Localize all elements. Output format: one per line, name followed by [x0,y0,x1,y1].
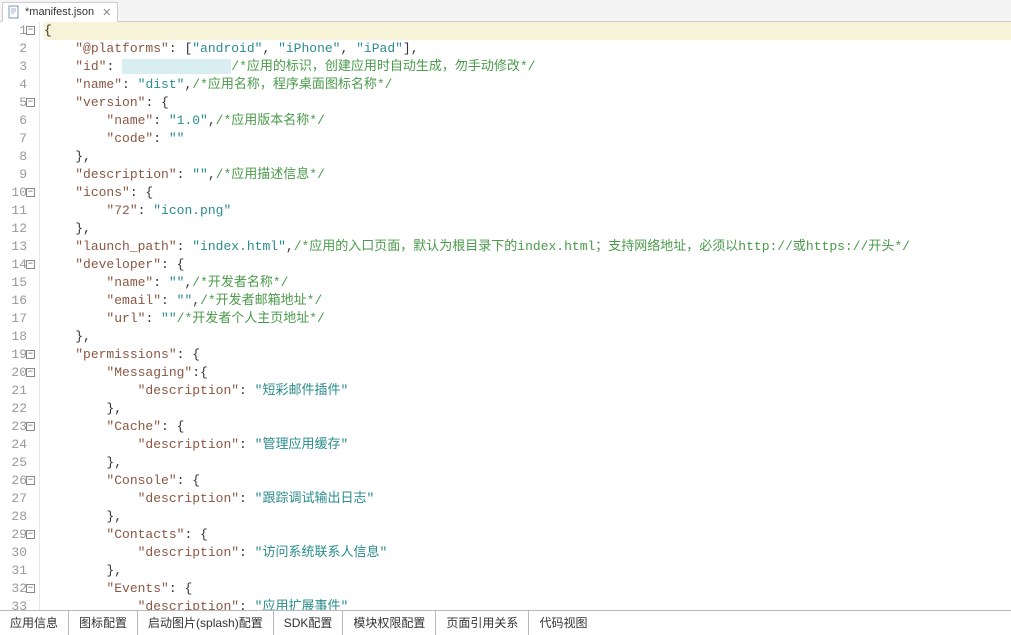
code-line[interactable]: "email": "",/*开发者邮箱地址*/ [44,292,1011,310]
code-line[interactable]: { [44,22,1011,40]
fold-toggle-icon[interactable]: − [26,530,35,539]
bottom-tab-4[interactable]: 模块权限配置 [343,610,436,635]
line-number: 3 [0,58,35,76]
fold-toggle-icon[interactable]: − [26,98,35,107]
code-line[interactable]: "developer": { [44,256,1011,274]
json-file-icon [7,5,21,19]
line-number: 9 [0,166,35,184]
line-number: 13 [0,238,35,256]
code-line[interactable]: }, [44,508,1011,526]
code-line[interactable]: "url": ""/*开发者个人主页地址*/ [44,310,1011,328]
code-line[interactable]: "id": " redacted "/*应用的标识，创建应用时自动生成，勿手动修… [44,58,1011,76]
code-line[interactable]: "Events": { [44,580,1011,598]
fold-toggle-icon[interactable]: − [26,584,35,593]
line-number: 20− [0,364,35,382]
bottom-tab-3[interactable]: SDK配置 [274,610,344,635]
line-number: 22 [0,400,35,418]
line-number: 29− [0,526,35,544]
code-line[interactable]: "Messaging":{ [44,364,1011,382]
line-number: 11 [0,202,35,220]
bottom-tab-0[interactable]: 应用信息 [0,610,69,635]
code-line[interactable]: }, [44,220,1011,238]
editor-tab-label: *manifest.json [25,6,94,18]
code-line[interactable]: }, [44,562,1011,580]
line-number: 19− [0,346,35,364]
line-number: 5− [0,94,35,112]
code-line[interactable]: }, [44,400,1011,418]
line-number: 23− [0,418,35,436]
line-number: 25 [0,454,35,472]
line-number: 17 [0,310,35,328]
line-number: 33 [0,598,35,610]
code-line[interactable]: "Contacts": { [44,526,1011,544]
line-number: 15 [0,274,35,292]
code-line[interactable]: "name": "dist",/*应用名称，程序桌面图标名称*/ [44,76,1011,94]
line-number: 1− [0,22,35,40]
fold-toggle-icon[interactable]: − [26,260,35,269]
line-number: 4 [0,76,35,94]
code-line[interactable]: "launch_path": "index.html",/*应用的入口页面，默认… [44,238,1011,256]
code-line[interactable]: "@platforms": ["android", "iPhone", "iPa… [44,40,1011,58]
code-line[interactable]: "version": { [44,94,1011,112]
code-area[interactable]: { "@platforms": ["android", "iPhone", "i… [40,22,1011,610]
bottom-tab-bar: 应用信息图标配置启动图片(splash)配置SDK配置模块权限配置页面引用关系代… [0,610,1011,634]
bottom-tab-2[interactable]: 启动图片(splash)配置 [138,610,274,635]
code-line[interactable]: "description": "管理应用缓存" [44,436,1011,454]
code-line[interactable]: "description": "访问系统联系人信息" [44,544,1011,562]
code-line[interactable]: }, [44,454,1011,472]
code-line[interactable]: "72": "icon.png" [44,202,1011,220]
fold-toggle-icon[interactable]: − [26,368,35,377]
fold-toggle-icon[interactable]: − [26,188,35,197]
code-line[interactable]: "description": "应用扩展事件" [44,598,1011,610]
fold-toggle-icon[interactable]: − [26,422,35,431]
bottom-tab-5[interactable]: 页面引用关系 [436,610,529,635]
line-number: 30 [0,544,35,562]
bottom-tab-1[interactable]: 图标配置 [69,610,138,635]
line-number: 14− [0,256,35,274]
fold-toggle-icon[interactable]: − [26,350,35,359]
code-line[interactable]: "permissions": { [44,346,1011,364]
line-number: 26− [0,472,35,490]
line-number: 7 [0,130,35,148]
line-number: 31 [0,562,35,580]
line-number: 6 [0,112,35,130]
line-number: 16 [0,292,35,310]
fold-toggle-icon[interactable]: − [26,476,35,485]
fold-toggle-icon[interactable]: − [26,26,35,35]
code-line[interactable]: }, [44,148,1011,166]
line-gutter: 1−2345−678910−11121314−1516171819−20−212… [0,22,40,610]
line-number: 18 [0,328,35,346]
line-number: 2 [0,40,35,58]
line-number: 21 [0,382,35,400]
code-line[interactable]: "description": "",/*应用描述信息*/ [44,166,1011,184]
editor-tab-manifest[interactable]: *manifest.json ✕ [2,2,118,22]
code-line[interactable]: "description": "短彩邮件插件" [44,382,1011,400]
code-line[interactable]: "name": "",/*开发者名称*/ [44,274,1011,292]
code-line[interactable]: "description": "跟踪调试输出日志" [44,490,1011,508]
bottom-tab-6[interactable]: 代码视图 [529,610,597,635]
code-editor[interactable]: 1−2345−678910−11121314−1516171819−20−212… [0,22,1011,610]
line-number: 8 [0,148,35,166]
line-number: 27 [0,490,35,508]
code-line[interactable]: }, [44,328,1011,346]
close-icon[interactable]: ✕ [102,6,111,19]
code-line[interactable]: "name": "1.0",/*应用版本名称*/ [44,112,1011,130]
code-line[interactable]: "Console": { [44,472,1011,490]
editor-tab-bar: *manifest.json ✕ [0,0,1011,22]
line-number: 10− [0,184,35,202]
line-number: 32− [0,580,35,598]
line-number: 28 [0,508,35,526]
code-line[interactable]: "code": "" [44,130,1011,148]
line-number: 12 [0,220,35,238]
line-number: 24 [0,436,35,454]
code-line[interactable]: "Cache": { [44,418,1011,436]
code-line[interactable]: "icons": { [44,184,1011,202]
